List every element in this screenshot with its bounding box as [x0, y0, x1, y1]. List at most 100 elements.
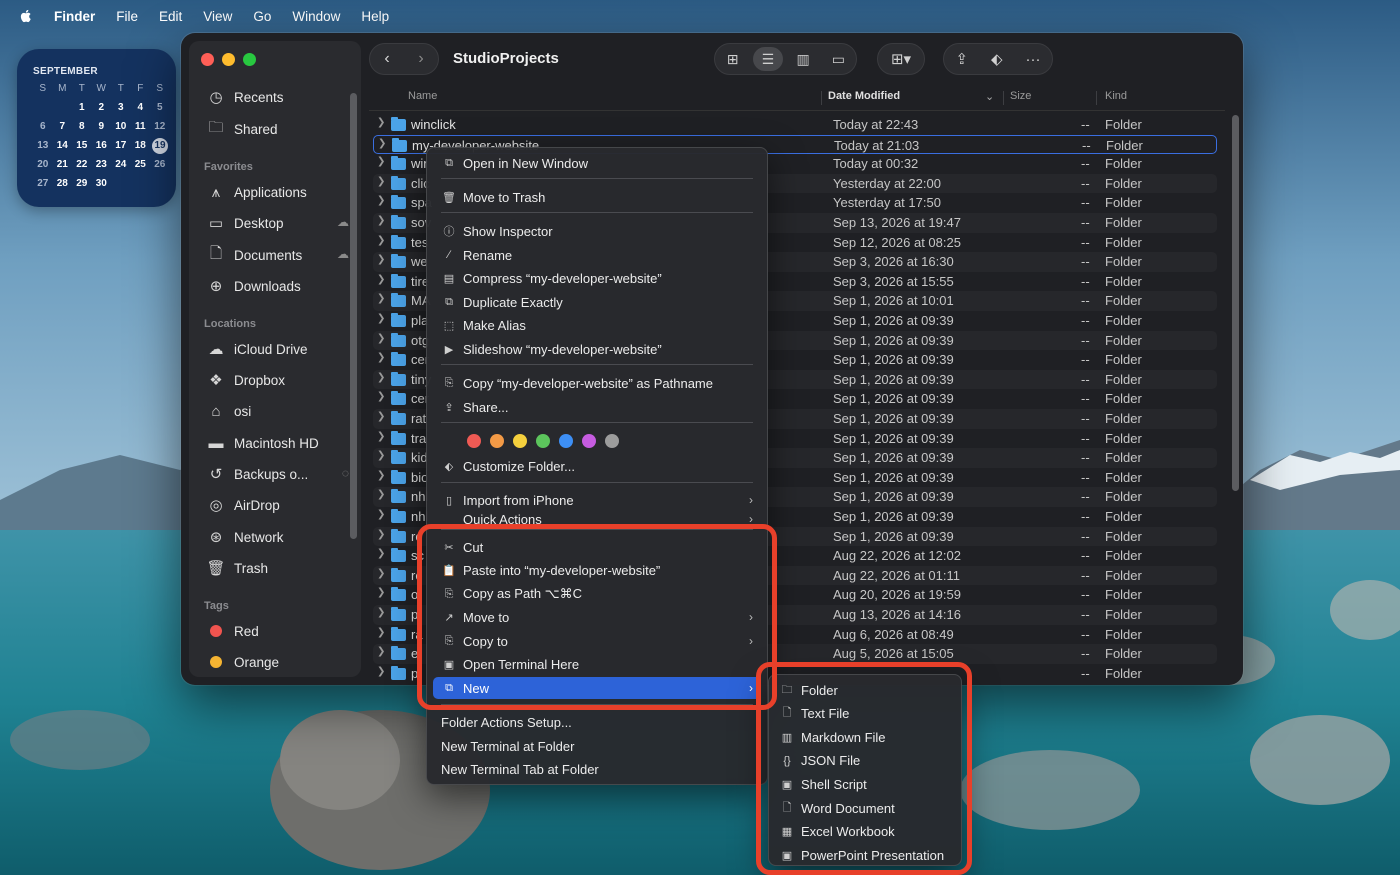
disclosure-chevron-icon[interactable]: ❯	[377, 548, 385, 559]
menu-new[interactable]: ⧉ New ›	[433, 677, 761, 699]
submenu-new-text-file[interactable]: 🗋 Text File	[775, 703, 955, 725]
disclosure-chevron-icon[interactable]: ❯	[377, 254, 385, 265]
menu-file[interactable]: File	[116, 9, 138, 24]
tag-color-dot[interactable]	[559, 434, 573, 448]
tag-color-dot[interactable]	[536, 434, 550, 448]
disclosure-chevron-icon[interactable]: ❯	[377, 431, 385, 442]
disclosure-chevron-icon[interactable]: ❯	[377, 509, 385, 520]
disclosure-chevron-icon[interactable]: ❯	[377, 450, 385, 461]
menu-edit[interactable]: Edit	[159, 9, 182, 24]
disclosure-chevron-icon[interactable]: ❯	[377, 489, 385, 500]
disclosure-chevron-icon[interactable]: ❯	[377, 313, 385, 324]
menu-cut[interactable]: ✂ Cut	[433, 536, 761, 558]
sidebar-scrollbar[interactable]	[350, 93, 357, 539]
menu-help[interactable]: Help	[361, 9, 389, 24]
submenu-new-markdown-file[interactable]: ▥ Markdown File	[775, 726, 955, 748]
disclosure-chevron-icon[interactable]: ❯	[377, 176, 385, 187]
menu-compress[interactable]: ▤ Compress “my-developer-website”	[433, 267, 761, 289]
gallery-view-icon[interactable]: ▭	[823, 47, 853, 71]
disclosure-chevron-icon[interactable]: ❯	[377, 568, 385, 579]
disclosure-chevron-icon[interactable]: ❯	[377, 195, 385, 206]
disclosure-chevron-icon[interactable]: ❯	[377, 646, 385, 657]
menu-open-terminal[interactable]: ▣ Open Terminal Here	[433, 653, 761, 675]
menu-new-terminal-tab[interactable]: New Terminal Tab at Folder	[433, 758, 761, 780]
menu-show-inspector[interactable]: ⓘ Show Inspector	[433, 220, 761, 242]
menu-view[interactable]: View	[203, 9, 232, 24]
sidebar-item-airdrop[interactable]: ◎ AirDrop	[205, 493, 355, 517]
menu-duplicate-exactly[interactable]: ⧉ Duplicate Exactly	[433, 291, 761, 313]
submenu-new-shell-script[interactable]: ▣ Shell Script	[775, 773, 955, 795]
tag-color-dot[interactable]	[490, 434, 504, 448]
disclosure-chevron-icon[interactable]: ❯	[377, 391, 385, 402]
column-date-modified[interactable]: Date Modified	[828, 90, 900, 102]
sidebar-item-osi[interactable]: ⌂ osi	[205, 399, 355, 423]
minimize-button[interactable]	[222, 53, 235, 66]
forward-icon[interactable]: ›	[418, 50, 423, 68]
disclosure-chevron-icon[interactable]: ❯	[377, 470, 385, 481]
menu-customize-folder[interactable]: ⬖ Customize Folder...	[433, 455, 761, 477]
disclosure-chevron-icon[interactable]: ❯	[377, 666, 385, 677]
submenu-new-json-file[interactable]: {} JSON File	[775, 750, 955, 772]
zoom-button[interactable]	[243, 53, 256, 66]
column-size[interactable]: Size	[1010, 90, 1031, 102]
disclosure-chevron-icon[interactable]: ❯	[377, 587, 385, 598]
disclosure-chevron-icon[interactable]: ❯	[378, 138, 386, 149]
tag-color-dot[interactable]	[605, 434, 619, 448]
menu-copy-as-path[interactable]: ⎘ Copy as Path ⌥⌘C	[433, 583, 761, 605]
sidebar-item-recents[interactable]: ◷ Recents	[205, 85, 355, 109]
menu-quick-actions[interactable]: Quick Actions ›	[433, 512, 761, 526]
submenu-new-folder[interactable]: 🗀 Folder	[775, 679, 955, 701]
disclosure-chevron-icon[interactable]: ❯	[377, 235, 385, 246]
menu-open-new-window[interactable]: ⧉ Open in New Window	[433, 152, 761, 174]
disclosure-chevron-icon[interactable]: ❯	[377, 352, 385, 363]
menu-make-alias[interactable]: ⬚ Make Alias	[433, 314, 761, 336]
apple-icon[interactable]	[18, 8, 34, 24]
share-icon[interactable]: ⇪	[955, 50, 968, 68]
tag-color-dot[interactable]	[582, 434, 596, 448]
disclosure-chevron-icon[interactable]: ❯	[377, 372, 385, 383]
disclosure-chevron-icon[interactable]: ❯	[377, 117, 385, 128]
calendar-widget[interactable]: SEPTEMBER S M T W T F S 1 2 3 4 5 6 7 8 9 10 11 12 13 14 15 16…	[17, 49, 176, 207]
disclosure-chevron-icon[interactable]: ❯	[377, 529, 385, 540]
tag-color-dot[interactable]	[467, 434, 481, 448]
disclosure-chevron-icon[interactable]: ❯	[377, 156, 385, 167]
menu-folder-actions[interactable]: Folder Actions Setup...	[433, 711, 761, 733]
disclosure-chevron-icon[interactable]: ❯	[377, 215, 385, 226]
menu-rename[interactable]: ∕ Rename	[433, 244, 761, 266]
disclosure-chevron-icon[interactable]: ❯	[377, 274, 385, 285]
sidebar-item-applications[interactable]: ⩚ Applications	[205, 180, 355, 204]
disclosure-chevron-icon[interactable]: ❯	[377, 627, 385, 638]
sidebar-item-documents[interactable]: 🗋 Documents ☁	[205, 243, 355, 267]
submenu-new-excel-workbook[interactable]: ▦ Excel Workbook	[775, 821, 955, 843]
file-list-scrollbar[interactable]	[1232, 115, 1239, 491]
menu-go[interactable]: Go	[253, 9, 271, 24]
menu-copy-to[interactable]: ⎘ Copy to ›	[433, 630, 761, 652]
menu-share[interactable]: ⇪ Share...	[433, 396, 761, 418]
disclosure-chevron-icon[interactable]: ❯	[377, 411, 385, 422]
disclosure-chevron-icon[interactable]: ❯	[377, 333, 385, 344]
menu-copy-pathname[interactable]: ⎘ Copy “my-developer-website” as Pathname	[433, 372, 761, 394]
column-name[interactable]: Name	[408, 90, 437, 102]
sidebar-item-downloads[interactable]: ⊕ Downloads	[205, 274, 355, 298]
menu-slideshow[interactable]: ▶ Slideshow “my-developer-website”	[433, 338, 761, 360]
sidebar-item-backups[interactable]: ↺ Backups o... ◌	[205, 462, 355, 486]
close-button[interactable]	[201, 53, 214, 66]
sidebar-item-tag-red[interactable]: Red	[205, 619, 355, 643]
sidebar-item-macintosh-hd[interactable]: ▬ Macintosh HD	[205, 431, 355, 455]
menu-move-to[interactable]: ↗ Move to ›	[433, 606, 761, 628]
disclosure-chevron-icon[interactable]: ❯	[377, 293, 385, 304]
column-kind[interactable]: Kind	[1105, 90, 1127, 102]
menu-move-to-trash[interactable]: 🗑 Move to Trash	[433, 186, 761, 208]
sidebar-item-network[interactable]: ⊛ Network	[205, 525, 355, 549]
back-icon[interactable]: ‹	[384, 50, 389, 68]
sidebar-item-shared[interactable]: 🗀 Shared	[205, 117, 355, 141]
sidebar-item-trash[interactable]: 🗑 Trash	[205, 556, 355, 580]
tag-icon[interactable]: ⬖	[991, 50, 1003, 68]
submenu-new-word-document[interactable]: 🗋 Word Document	[775, 797, 955, 819]
sidebar-item-dropbox[interactable]: ❖ Dropbox	[205, 368, 355, 392]
menu-import-iphone[interactable]: ▯ Import from iPhone ›	[433, 489, 761, 511]
disclosure-chevron-icon[interactable]: ❯	[377, 607, 385, 618]
list-view-icon[interactable]: ☰	[752, 47, 783, 71]
menu-window[interactable]: Window	[292, 9, 340, 24]
tag-color-dot[interactable]	[513, 434, 527, 448]
